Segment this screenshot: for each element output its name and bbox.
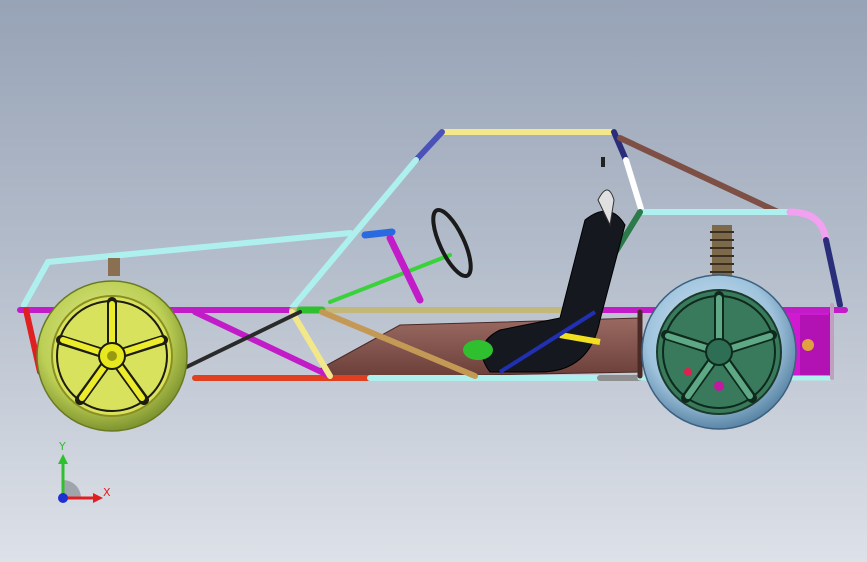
diagonal-black: [168, 310, 302, 377]
triad-x-label: X: [103, 486, 111, 499]
rear-diagonal-tube: [617, 135, 781, 215]
steering-wheel: [431, 207, 473, 279]
front-upper-rail: [45, 230, 353, 265]
steering-assembly: [328, 207, 473, 304]
seat-green-pad: [463, 340, 493, 360]
front-wheel: [36, 280, 188, 432]
rear-down-tube: [823, 237, 843, 308]
coordinate-triad: Y X: [45, 440, 125, 510]
blue-link: [361, 228, 396, 239]
mirror: [601, 157, 605, 167]
steering-column: [328, 253, 452, 304]
triad-y-label: Y: [59, 440, 66, 453]
rear-bend-tube: [786, 208, 830, 244]
rear-shock: [710, 225, 734, 280]
a-pillar-tube-top: [413, 129, 445, 163]
buggy-chassis-model[interactable]: [0, 0, 867, 562]
rear-wheel: [641, 274, 797, 430]
b-pillar-lower: [623, 157, 645, 215]
triad-icon: [58, 454, 103, 503]
front-upper-rail-b: [21, 259, 51, 308]
rear-hub-orange: [802, 339, 814, 351]
cad-viewport[interactable]: Y X: [0, 0, 867, 562]
